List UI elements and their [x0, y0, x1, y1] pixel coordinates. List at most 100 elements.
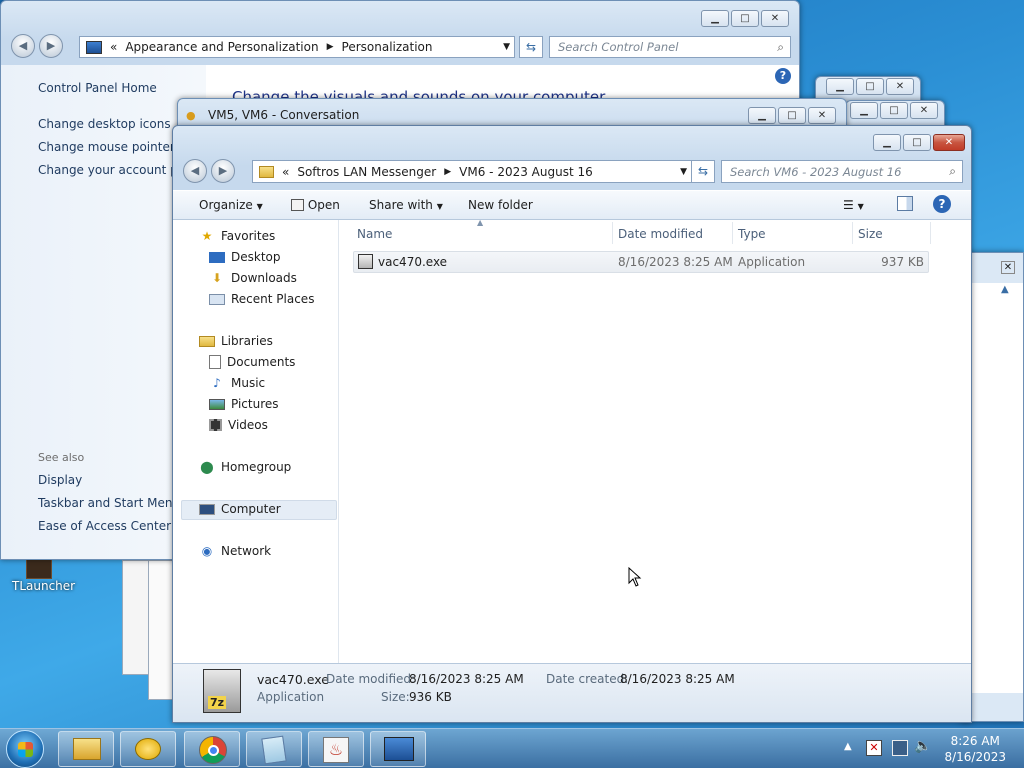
forward-button[interactable]: ▶ [211, 159, 235, 183]
details-size-label: Size: [381, 690, 410, 704]
view-list-icon: ☰ [843, 198, 854, 212]
ease-of-access-link[interactable]: Ease of Access Center [38, 519, 171, 533]
taskbar-java-button[interactable]: ♨ [308, 731, 364, 767]
star-icon: ★ [201, 229, 213, 243]
nav-recent-places[interactable]: Recent Places [209, 292, 314, 306]
close-button[interactable]: ✕ [761, 10, 789, 27]
breadcrumb-vm6[interactable]: VM6 - 2023 August 16 [459, 165, 593, 179]
nav-downloads[interactable]: ⬇ Downloads [209, 271, 297, 285]
taskbar-chrome-button[interactable] [184, 731, 240, 767]
minimize-button[interactable]: ▁ [701, 10, 729, 27]
breadcrumb-appearance[interactable]: Appearance and Personalization [125, 40, 318, 54]
back-button[interactable]: ◀ [11, 34, 35, 58]
command-bar: Organize ▼ Open Share with ▼ New folder … [173, 190, 971, 220]
minimize-button[interactable]: ▁ [873, 134, 901, 151]
display-link[interactable]: Display [38, 473, 82, 487]
maximize-button[interactable]: □ [778, 107, 806, 124]
search-icon: ⌕ [949, 164, 956, 178]
column-header-date-modified[interactable]: Date modified [618, 227, 703, 241]
nav-desktop[interactable]: Desktop [209, 250, 281, 264]
nav-computer[interactable]: Computer [199, 502, 281, 516]
nav-videos[interactable]: Videos [209, 418, 268, 432]
minimize-button[interactable]: ▁ [748, 107, 776, 124]
chevron-up-icon[interactable]: ▲ [1001, 284, 1009, 295]
organize-button[interactable]: Organize ▼ [199, 198, 263, 212]
change-desktop-icons-link[interactable]: Change desktop icons [38, 117, 171, 131]
maximize-button[interactable]: □ [903, 134, 931, 151]
details-file-type: Application [257, 690, 325, 704]
address-dropdown-icon[interactable]: ▼ [503, 42, 510, 52]
refresh-button[interactable]: ⇆ [519, 36, 543, 58]
folder-icon [73, 738, 101, 760]
start-button[interactable] [6, 730, 44, 768]
action-center-icon[interactable]: ✕ [866, 740, 882, 756]
chat-bubble-icon [135, 738, 161, 760]
network-tray-icon[interactable] [892, 740, 908, 756]
taskbar-start-menu-link[interactable]: Taskbar and Start Menu [38, 496, 180, 510]
downloads-icon: ⬇ [211, 271, 223, 285]
system-clock[interactable]: 8:26 AM 8/16/2023 [944, 733, 1006, 765]
nav-pictures[interactable]: Pictures [209, 397, 279, 411]
desktop-icon [209, 251, 225, 263]
address-dropdown-icon[interactable]: ▼ [680, 167, 687, 177]
search-folder-input[interactable]: Search VM6 - 2023 August 16 ⌕ [721, 160, 963, 183]
new-folder-button[interactable]: New folder [468, 198, 533, 212]
taskbar-notepad-button[interactable] [246, 731, 302, 767]
breadcrumb-overflow[interactable]: « [110, 40, 117, 54]
change-mouse-pointers-link[interactable]: Change mouse pointers [38, 140, 181, 154]
maximize-button[interactable]: □ [731, 10, 759, 27]
address-bar[interactable]: « Softros LAN Messenger ▶ VM6 - 2023 Aug… [252, 160, 692, 183]
help-button[interactable]: ? [933, 195, 951, 213]
taskbar: ♨ ▲ ✕ 🔈 8:26 AM 8/16/2023 [0, 728, 1024, 768]
refresh-button[interactable]: ⇆ [691, 160, 715, 183]
nav-homegroup[interactable]: ⬤ Homegroup [199, 460, 291, 474]
column-header-name[interactable]: Name [357, 227, 392, 241]
videos-icon [209, 419, 222, 431]
computer-icon [199, 503, 215, 515]
column-header-type[interactable]: Type [738, 227, 766, 241]
preview-pane-button[interactable] [897, 196, 913, 211]
show-hidden-icons-button[interactable]: ▲ [844, 741, 852, 752]
control-panel-home-link[interactable]: Control Panel Home [38, 81, 157, 95]
taskbar-control-panel-button[interactable] [370, 731, 426, 767]
background-window-edge-2 [148, 560, 174, 700]
nav-favorites[interactable]: ★ Favorites [199, 229, 276, 243]
nav-libraries[interactable]: Libraries [199, 334, 273, 348]
breadcrumb-overflow[interactable]: « [282, 165, 289, 179]
close-icon[interactable]: ✕ [1001, 261, 1015, 274]
desktop-icon-tlauncher[interactable]: TLauncher [8, 555, 78, 595]
nav-music[interactable]: ♪ Music [209, 376, 265, 390]
address-bar[interactable]: « Appearance and Personalization ▶ Perso… [79, 36, 515, 58]
change-account-picture-link[interactable]: Change your account pict [38, 163, 192, 177]
close-button[interactable]: ✕ [808, 107, 836, 124]
dropdown-arrow-icon: ▼ [256, 202, 263, 211]
maximize-icon: □ [856, 78, 884, 95]
file-row[interactable]: vac470.exe 8/16/2023 8:25 AM Application… [353, 251, 929, 273]
help-icon[interactable]: ? [775, 68, 791, 84]
search-control-panel-input[interactable]: Search Control Panel ⌕ [549, 36, 791, 58]
share-with-button[interactable]: Share with ▼ [369, 198, 443, 212]
windows-logo-icon [18, 742, 33, 757]
view-options-button[interactable]: ☰ ▼ [843, 198, 864, 212]
back-button[interactable]: ◀ [183, 159, 207, 183]
nav-network[interactable]: ◉ Network [199, 544, 271, 558]
nav-documents[interactable]: Documents [209, 355, 295, 369]
breadcrumb-personalization[interactable]: Personalization [342, 40, 433, 54]
close-icon: ✕ [910, 102, 938, 119]
file-date-modified: 8/16/2023 8:25 AM [618, 255, 733, 269]
folder-icon [259, 165, 274, 178]
close-button[interactable]: ✕ [933, 134, 965, 151]
file-list: ▲ Name Date modified Type Size vac470.ex… [339, 218, 971, 663]
details-file-name: vac470.exe [257, 672, 329, 687]
chrome-icon [199, 736, 227, 764]
application-icon [358, 254, 373, 269]
forward-button[interactable]: ▶ [39, 34, 63, 58]
column-header-size[interactable]: Size [858, 227, 883, 241]
taskbar-explorer-button[interactable] [58, 731, 114, 767]
breadcrumb-softros[interactable]: Softros LAN Messenger [297, 165, 436, 179]
see-also-heading: See also [38, 451, 85, 464]
close-icon: ✕ [886, 78, 914, 95]
taskbar-messenger-button[interactable] [120, 731, 176, 767]
volume-icon[interactable]: 🔈 [914, 738, 931, 754]
open-button[interactable]: Open [291, 198, 340, 212]
